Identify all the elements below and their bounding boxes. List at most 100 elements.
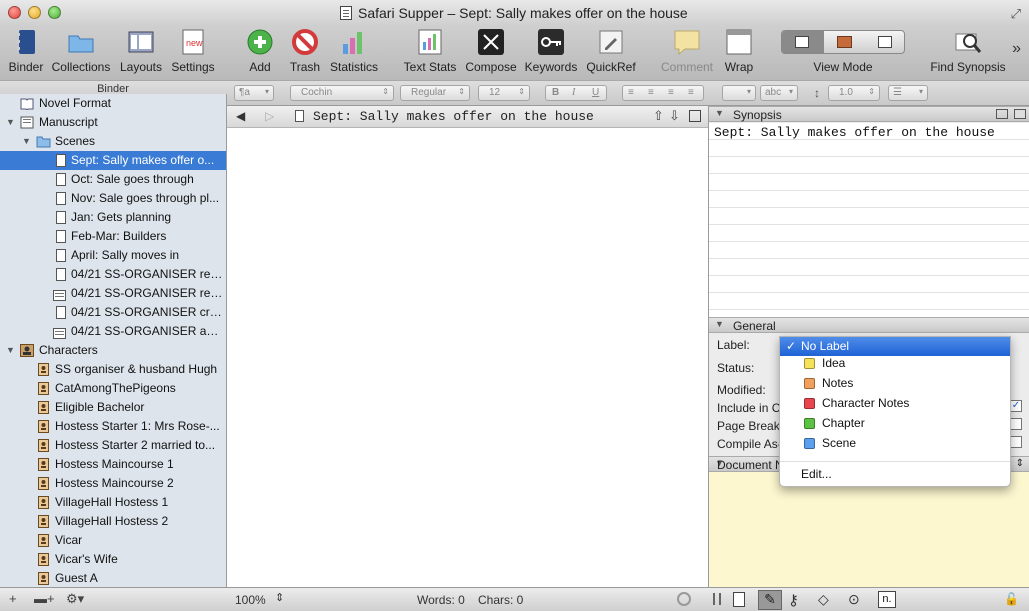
menu-item-chapter[interactable]: Chapter (780, 414, 1010, 433)
menu-item-notes[interactable]: Notes (780, 374, 1010, 393)
layouts-button[interactable]: Layouts (118, 28, 164, 78)
close-window-button[interactable] (8, 6, 21, 19)
compose-button[interactable]: Compose (464, 28, 518, 78)
chevron-updown-icon[interactable]: ⇕ (1016, 458, 1024, 469)
document-proxy-icon[interactable] (340, 6, 352, 20)
binder-item-jan-scene[interactable]: Jan: Gets planning (0, 208, 226, 227)
font-family-select[interactable]: Cochin ⇕ (290, 85, 394, 101)
add-folder-icon[interactable]: ▬+ (34, 591, 55, 606)
binder-item-manuscript[interactable]: ▼ Manuscript (0, 113, 226, 132)
find-synopsis-button[interactable]: Find Synopsis (930, 28, 1006, 78)
toolbar-overflow-icon[interactable]: » (1012, 40, 1021, 58)
bold-button[interactable]: B (552, 87, 559, 98)
keywords-tab-icon[interactable]: ⚷ (788, 591, 799, 609)
zoom-window-button[interactable] (48, 6, 61, 19)
back-arrow-icon[interactable]: ◀ (236, 109, 245, 123)
binder-item-character[interactable]: Hostess Starter 1: Mrs Rose-... (0, 417, 226, 436)
align-left-icon[interactable]: ≡ (628, 87, 634, 98)
snapshots-tab-icon[interactable]: ⊙ (848, 591, 860, 608)
collections-button[interactable]: Collections (50, 28, 112, 78)
text-color-select[interactable]: ▾ (722, 85, 756, 101)
menu-item-edit[interactable]: Edit... (780, 465, 1010, 484)
chevron-updown-icon[interactable]: ⇕ (275, 591, 284, 604)
document-notes-textarea[interactable] (709, 472, 1029, 587)
compile-as-is-checkbox[interactable] (1010, 436, 1022, 448)
disclosure-open-icon[interactable]: ▼ (715, 319, 724, 329)
outline-view-icon[interactable] (878, 36, 892, 48)
paragraph-style-select[interactable]: ¶a ▾ (234, 85, 274, 101)
comment-button[interactable]: Comment (660, 28, 714, 78)
view-mode-control[interactable]: View Mode (780, 28, 906, 78)
synopsis-textarea[interactable]: Sept: Sally makes offer on the house (709, 123, 1029, 318)
disclosure-open-icon[interactable]: ▼ (6, 341, 16, 360)
add-item-icon[interactable]: + (9, 591, 17, 606)
disclosure-open-icon[interactable]: ▼ (22, 132, 32, 151)
inspector-pane-icon[interactable] (713, 593, 721, 605)
fullscreen-icon[interactable]: ⤢ (1011, 6, 1021, 22)
quickref-button[interactable]: QuickRef (586, 28, 636, 78)
references-tab-icon[interactable]: ✎ (758, 590, 782, 610)
binder-item-character[interactable]: Hostess Starter 2 married to... (0, 436, 226, 455)
italic-button[interactable]: I (572, 87, 575, 98)
trash-button[interactable]: Trash (286, 28, 324, 78)
binder-item-nov-scene[interactable]: Nov: Sale goes through pl... (0, 189, 226, 208)
binder-sidebar[interactable]: Novel Format ▼ Manuscript ▼ Scenes Sept:… (0, 94, 227, 587)
align-right-icon[interactable]: ≡ (668, 87, 674, 98)
corkboard-view-icon[interactable] (837, 36, 852, 48)
disclosure-open-icon[interactable]: ▼ (715, 108, 724, 118)
binder-item-character[interactable]: VillageHall Hostess 2 (0, 512, 226, 531)
comments-tab-icon[interactable]: n. (878, 591, 896, 608)
binder-item-feb-mar-scene[interactable]: Feb-Mar: Builders (0, 227, 226, 246)
binder-item-april-scene[interactable]: April: Sally moves in (0, 246, 226, 265)
text-stats-button[interactable]: Text Stats (402, 28, 458, 78)
font-size-select[interactable]: 12 ⇕ (478, 85, 530, 101)
highlight-color-select[interactable]: abc ▾ (760, 85, 798, 101)
settings-button[interactable]: new Settings (170, 28, 216, 78)
include-in-compile-checkbox[interactable]: ✓ (1010, 400, 1022, 412)
font-weight-select[interactable]: Regular ⇕ (400, 85, 470, 101)
forward-arrow-icon[interactable]: ▷ (265, 109, 274, 123)
editor-text-area[interactable] (227, 128, 708, 587)
menu-item-scene[interactable]: Scene (780, 434, 1010, 453)
synopsis-image-mode-icon[interactable] (1014, 109, 1026, 119)
binder-item-character[interactable]: Hostess Maincourse 2 (0, 474, 226, 493)
statistics-button[interactable]: Statistics (328, 28, 380, 78)
binder-item-character[interactable]: Vicar's Wife (0, 550, 226, 569)
menu-item-idea[interactable]: Idea (780, 354, 1010, 373)
lock-icon[interactable]: 🔓 (1004, 592, 1019, 606)
line-spacing-select[interactable]: 1.0 ⇕ (828, 85, 880, 101)
binder-item-character[interactable]: VillageHall Hostess 1 (0, 493, 226, 512)
previous-document-icon[interactable]: ⇧ (653, 108, 664, 124)
notes-tab-icon[interactable] (733, 592, 745, 607)
binder-item-character[interactable]: Vicar (0, 531, 226, 550)
split-editor-icon[interactable] (689, 110, 701, 122)
add-button[interactable]: Add (240, 28, 280, 78)
binder-item-character[interactable]: CatAmongThePigeons (0, 379, 226, 398)
keywords-button[interactable]: Keywords (524, 28, 578, 78)
synopsis-header[interactable]: ▼ Synopsis (709, 106, 1029, 122)
binder-item-sept-scene[interactable]: Sept: Sally makes offer o... (0, 151, 226, 170)
menu-item-character-notes[interactable]: Character Notes (780, 394, 1010, 413)
binder-item-character[interactable]: Guest A (0, 569, 226, 587)
binder-button[interactable]: Binder (6, 28, 46, 78)
binder-item-organiser-retr[interactable]: 04/21 SS-ORGANISER retr... (0, 265, 226, 284)
next-document-icon[interactable]: ⇩ (669, 108, 680, 124)
binder-item-organiser-revi[interactable]: 04/21 SS-ORGANISER revi... (0, 284, 226, 303)
target-icon[interactable] (677, 592, 691, 606)
page-break-checkbox[interactable] (1010, 418, 1022, 430)
gear-icon[interactable]: ⚙▾ (66, 591, 84, 607)
binder-item-oct-scene[interactable]: Oct: Sale goes through (0, 170, 226, 189)
binder-item-character[interactable]: Eligible Bachelor (0, 398, 226, 417)
binder-item-scenes[interactable]: ▼ Scenes (0, 132, 226, 151)
disclosure-open-icon[interactable]: ▼ (6, 113, 16, 132)
list-style-select[interactable]: ☰ ▾ (888, 85, 928, 101)
underline-button[interactable]: U (592, 87, 599, 98)
zoom-select[interactable]: 100% (235, 593, 266, 607)
binder-item-characters[interactable]: ▼ Characters (0, 341, 226, 360)
binder-item-organiser-and[interactable]: 04/21 SS-ORGANISER and... (0, 322, 226, 341)
binder-item-character[interactable]: Hostess Maincourse 1 (0, 455, 226, 474)
synopsis-text-mode-icon[interactable] (996, 109, 1008, 119)
binder-item-organiser-cro[interactable]: 04/21 SS-ORGANISER cro... (0, 303, 226, 322)
binder-item-novel-format[interactable]: Novel Format (0, 94, 226, 113)
label-dropdown-menu[interactable]: ✓ No Label Idea Notes Character Notes Ch… (779, 336, 1011, 487)
